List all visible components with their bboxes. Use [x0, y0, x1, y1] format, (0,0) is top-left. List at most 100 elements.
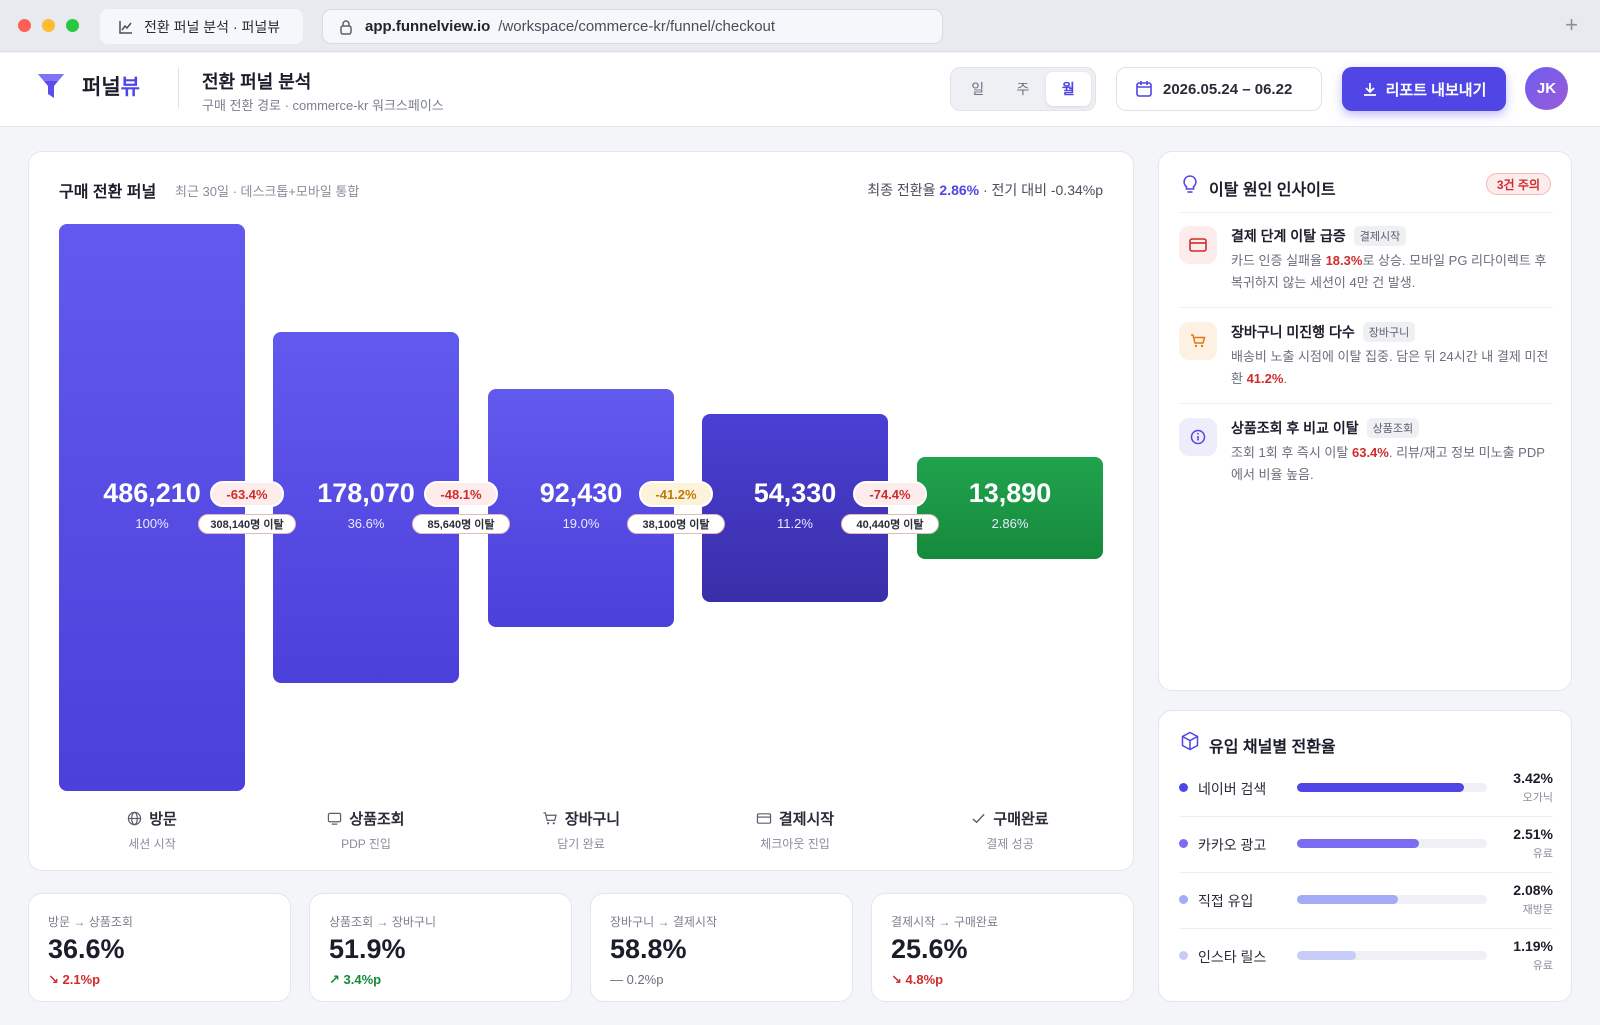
channel-title: 유입 채널별 전환율: [1209, 739, 1336, 756]
kpi-card[interactable]: 방문 → 상품조회 36.6% ↘ 2.1%p: [28, 893, 291, 1002]
insight-text: 조회 1회 후 즉시 이탈 63.4%. 리뷰/재고 정보 미노출 PDP에서 …: [1231, 445, 1545, 482]
channel-bar-fill: [1297, 951, 1356, 960]
insight-title: 상품조회 후 비교 이탈 상품조회: [1231, 418, 1420, 438]
funnel-card: 구매 전환 퍼널 최근 30일 · 데스크톱+모바일 통합 최종 전환율 2.8…: [28, 151, 1134, 871]
insight-item[interactable]: 상품조회 후 비교 이탈 상품조회 조회 1회 후 즉시 이탈 63.4%. 리뷰…: [1179, 418, 1553, 498]
globe-icon: [127, 811, 142, 826]
kpi-value: 51.9%: [329, 934, 406, 964]
funnel-logo-icon: [38, 74, 64, 98]
channel-bar-fill: [1297, 895, 1398, 904]
channel-color-dot: [1179, 951, 1188, 960]
line-chart-icon: [119, 20, 132, 34]
kpi-value: 36.6%: [48, 934, 125, 964]
export-label: 리포트 내보내기: [1385, 81, 1487, 99]
divider: [1179, 307, 1553, 308]
export-report-button[interactable]: 리포트 내보내기: [1342, 67, 1506, 111]
insight-text: 배송비 노출 시점에 이탈 집중. 담은 뒤 24시간 내 결제 미전환 41.…: [1231, 349, 1549, 386]
final-conversion-summary: 최종 전환율 2.86% · 전기 대비 -0.34%p: [867, 180, 1103, 200]
cart-icon: [543, 812, 557, 825]
kpi-label: 상품조회 → 장바구니: [329, 915, 436, 929]
download-icon: [1363, 83, 1376, 96]
kpi-delta: ↘ 4.8%p: [891, 972, 944, 987]
divider: [1179, 403, 1553, 404]
dropoff-rate-badge: -41.2%: [639, 481, 713, 507]
page-title: 전환 퍼널 분석: [202, 72, 312, 92]
channel-type: 재방문: [1522, 904, 1553, 916]
dropoff-rate-badge: -48.1%: [424, 481, 498, 507]
stage-label-visit: 방문 세션 시작: [127, 811, 177, 851]
lightbulb-icon: [1183, 175, 1197, 193]
channel-type: 유료: [1532, 848, 1553, 860]
cube-icon: [1181, 731, 1199, 751]
channel-conversion-card: 유입 채널별 전환율 네이버 검색 3.42% 오가닉 카카오 광고 2.51%…: [1158, 710, 1572, 1002]
logo-text: 퍼널뷰: [82, 76, 140, 99]
dropoff-count-badge: 40,440명 이탈: [841, 514, 939, 534]
kpi-card[interactable]: 상품조회 → 장바구니 51.9% ↗ 3.4%p: [309, 893, 572, 1002]
divider: [1179, 212, 1553, 213]
insight-tag: 상품조회: [1366, 418, 1420, 438]
app-header: 퍼널뷰 전환 퍼널 분석 구매 전환 경로 · commerce-kr 워크스페…: [0, 53, 1600, 127]
channel-row[interactable]: 카카오 광고 2.51% 유료: [1179, 817, 1553, 873]
insights-title: 이탈 원인 인사이트: [1209, 182, 1336, 199]
kpi-delta: ↘ 2.1%p: [48, 972, 101, 987]
channel-row[interactable]: 네이버 검색 3.42% 오가닉: [1179, 761, 1553, 817]
channel-bar-track: [1297, 783, 1487, 792]
channel-row[interactable]: 직접 유입 2.08% 재방문: [1179, 873, 1553, 929]
kpi-label: 결제시작 → 구매완료: [891, 915, 998, 929]
channel-bar-track: [1297, 839, 1487, 848]
channel-color-dot: [1179, 895, 1188, 904]
address-bar[interactable]: app.funnelview.io /workspace/commerce-kr…: [322, 9, 943, 44]
channel-name: 네이버 검색: [1198, 781, 1267, 797]
kpi-delta: — 0.2%p: [610, 972, 664, 987]
kpi-value: 58.8%: [610, 934, 687, 964]
stage-label-pdp: 상품조회 PDP 진입: [273, 808, 459, 852]
channel-bar-track: [1297, 951, 1487, 960]
check-icon: [972, 813, 986, 824]
insight-item[interactable]: 결제 단계 이탈 급증 결제시작 카드 인증 실패율 18.3%로 상승. 모바일…: [1179, 226, 1553, 306]
stage-label-cart: 장바구니 담기 완료: [488, 808, 674, 852]
channel-name: 인스타 릴스: [1198, 949, 1267, 965]
stage-label-checkout: 결제시작 체크아웃 진입: [702, 808, 888, 852]
channel-bar-fill: [1297, 839, 1419, 848]
channel-row[interactable]: 인스타 릴스 1.19% 유료: [1179, 929, 1553, 985]
user-avatar[interactable]: JK: [1525, 67, 1568, 110]
channel-bar-fill: [1297, 783, 1465, 792]
insight-item[interactable]: 장바구니 미진행 다수 장바구니 배송비 노출 시점에 이탈 집중. 담은 뒤 2…: [1179, 322, 1553, 402]
final-rate-value: 2.86%: [939, 182, 980, 198]
insight-title: 장바구니 미진행 다수 장바구니: [1231, 322, 1416, 342]
kpi-value: 25.6%: [891, 934, 968, 964]
date-range-picker[interactable]: 2026.05.24 – 06.22: [1116, 67, 1322, 111]
dropoff-rate-badge: -74.4%: [853, 481, 927, 507]
kpi-delta: ↗ 3.4%p: [329, 972, 382, 987]
funnel-title: 구매 전환 퍼널: [59, 184, 157, 201]
page-subtitle: 구매 전환 경로 · commerce-kr 워크스페이스: [202, 98, 444, 113]
browser-tab[interactable]: 전환 퍼널 분석 · 퍼널뷰: [100, 9, 303, 44]
lock-icon: [340, 19, 352, 35]
period-month[interactable]: 월: [1045, 72, 1091, 106]
card-icon: [328, 812, 342, 825]
insight-title: 결제 단계 이탈 급증 결제시작: [1231, 226, 1407, 246]
dropoff-count-badge: 85,640명 이탈: [412, 514, 510, 534]
kpi-card[interactable]: 결제시작 → 구매완료 25.6% ↘ 4.8%p: [871, 893, 1134, 1002]
maximize-window-button[interactable]: [66, 19, 79, 32]
insight-text: 카드 인증 실패율 18.3%로 상승. 모바일 PG 리다이렉트 후 복귀하지…: [1231, 253, 1547, 290]
kpi-card[interactable]: 장바구니 → 결제시작 58.8% — 0.2%p: [590, 893, 853, 1002]
channel-rate: 2.51%: [1513, 826, 1553, 842]
kpi-label: 방문 → 상품조회: [48, 915, 133, 929]
stage-value: 13,890: [968, 478, 1052, 508]
close-window-button[interactable]: [18, 19, 31, 32]
insight-tag: 장바구니: [1362, 322, 1416, 342]
channel-rate: 2.08%: [1513, 882, 1553, 898]
insight-tag: 결제시작: [1353, 226, 1407, 246]
period-day[interactable]: 일: [955, 72, 1000, 106]
period-week[interactable]: 주: [1000, 72, 1045, 106]
warning-count-badge: 3건 주의: [1485, 173, 1551, 195]
logo[interactable]: 퍼널뷰: [36, 71, 140, 101]
calendar-icon: [1136, 81, 1152, 97]
minimize-window-button[interactable]: [42, 19, 55, 32]
url-path: /workspace/commerce-kr/funnel/checkout: [498, 18, 776, 35]
insights-card: 이탈 원인 인사이트 3건 주의 결제 단계 이탈 급증 결제시작 카드 인증 실…: [1158, 151, 1572, 691]
channel-name: 직접 유입: [1198, 893, 1254, 909]
stage-percent: 2.86%: [991, 516, 1029, 531]
new-tab-button[interactable]: +: [1565, 14, 1578, 36]
